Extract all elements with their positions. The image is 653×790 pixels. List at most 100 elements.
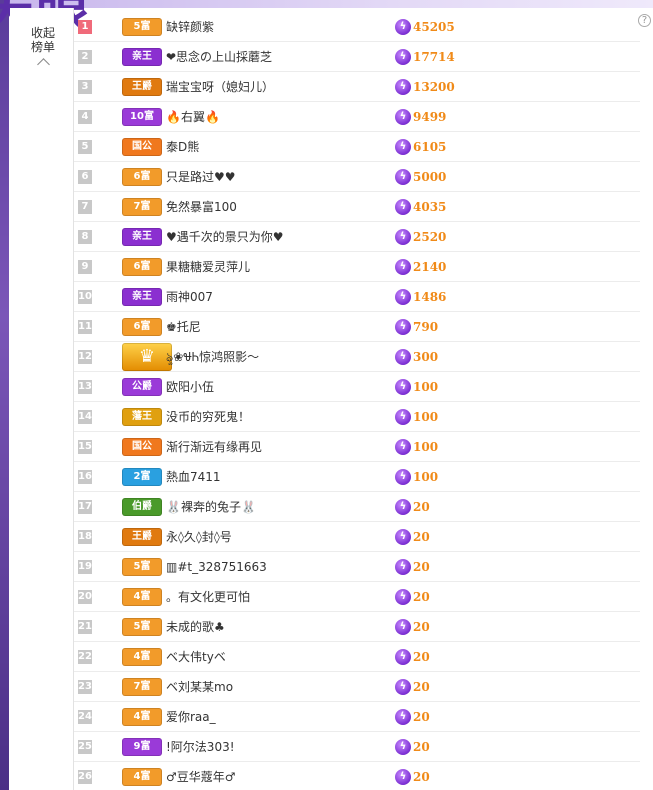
rank-badge: 2富 xyxy=(122,468,162,486)
contribution-value: 300 xyxy=(413,350,439,364)
contribution-value: 20 xyxy=(413,500,430,514)
user-name[interactable]: 🐰裸奔的兔子🐰 xyxy=(166,492,256,522)
rank-badge: 藩王 xyxy=(122,408,162,426)
user-name[interactable]: 只是路过♥♥ xyxy=(166,162,236,192)
user-name[interactable]: !阿尔法303! xyxy=(166,732,235,762)
collapse-ranking-button[interactable]: 收起 榜单 xyxy=(28,26,58,71)
lightning-icon: ϟ xyxy=(395,169,411,185)
lightning-icon: ϟ xyxy=(395,379,411,395)
user-name[interactable]: ❤思念の上山採蘑芝 xyxy=(166,42,272,72)
table-row[interactable]: 4 10富 🔥右翼🔥 ϟ 9499 xyxy=(74,102,640,132)
contribution-value: 20 xyxy=(413,590,430,604)
rank-number: 19 xyxy=(78,560,92,574)
rank-number: 24 xyxy=(78,710,92,724)
user-name[interactable]: 果糖糖爱灵萍儿 xyxy=(166,252,250,282)
table-row[interactable]: 8 亲王 ♥遇千次的景只为你♥ ϟ 2520 xyxy=(74,222,640,252)
table-row[interactable]: 19 5富 ▥#t_328751663 ϟ 20 xyxy=(74,552,640,582)
lightning-icon: ϟ xyxy=(395,259,411,275)
lightning-icon: ϟ xyxy=(395,139,411,155)
table-row[interactable]: 21 5富 未成的歌♣ ϟ 20 xyxy=(74,612,640,642)
user-name[interactable]: 。有文化更可怕 xyxy=(166,582,250,612)
user-name[interactable]: 熱血7411 xyxy=(166,462,221,492)
rank-badge: 5富 xyxy=(122,558,162,576)
user-name[interactable]: 瑞宝宝呀（媳妇儿） xyxy=(166,72,274,102)
user-name[interactable]: 雨神007 xyxy=(166,282,213,312)
table-row[interactable]: 9 6富 果糖糖爱灵萍儿 ϟ 2140 xyxy=(74,252,640,282)
rank-badge: 亲王 xyxy=(122,228,162,246)
table-row[interactable]: 23 7富 ベ刘某某mo ϟ 20 xyxy=(74,672,640,702)
table-row[interactable]: 7 7富 免然暴富100 ϟ 4035 xyxy=(74,192,640,222)
user-name[interactable]: 泰D熊 xyxy=(166,132,199,162)
rank-badge: 国公 xyxy=(122,138,162,156)
user-name[interactable]: ৡ❀ᏠᏂ惊鸿照影～ xyxy=(166,342,259,372)
user-name[interactable]: 🔥右翼🔥 xyxy=(166,102,220,132)
user-name[interactable]: ベ刘某某mo xyxy=(166,672,233,702)
lightning-icon: ϟ xyxy=(395,469,411,485)
contribution-value: 6105 xyxy=(413,140,447,154)
contribution-value: 20 xyxy=(413,740,430,754)
lightning-icon: ϟ xyxy=(395,109,411,125)
rank-number: 13 xyxy=(78,380,92,394)
table-row[interactable]: 24 4富 爱你raa_ ϟ 20 xyxy=(74,702,640,732)
table-row[interactable]: 20 4富 。有文化更可怕 ϟ 20 xyxy=(74,582,640,612)
user-name[interactable]: ♂豆华蔻年♂ xyxy=(166,762,236,790)
rank-badge: 伯爵 xyxy=(122,498,162,516)
table-row[interactable]: 13 公爵 欧阳小伍 ϟ 100 xyxy=(74,372,640,402)
left-border xyxy=(0,0,9,790)
table-row[interactable]: 25 9富 !阿尔法303! ϟ 20 xyxy=(74,732,640,762)
user-name[interactable]: ♥遇千次的景只为你♥ xyxy=(166,222,284,252)
table-row[interactable]: 3 王爵 瑞宝宝呀（媳妇儿） ϟ 13200 xyxy=(74,72,640,102)
user-name[interactable]: 未成的歌♣ xyxy=(166,612,225,642)
rank-badge: 7富 xyxy=(122,678,162,696)
table-row[interactable]: 10 亲王 雨神007 ϟ 1486 xyxy=(74,282,640,312)
contribution-value: 100 xyxy=(413,380,439,394)
table-row[interactable]: 22 4富 ベ大伟tyベ ϟ 20 xyxy=(74,642,640,672)
user-name[interactable]: 免然暴富100 xyxy=(166,192,237,222)
table-row[interactable]: 17 伯爵 🐰裸奔的兔子🐰 ϟ 20 xyxy=(74,492,640,522)
user-name[interactable]: 渐行渐远有缘再见 xyxy=(166,432,262,462)
lightning-icon: ϟ xyxy=(395,589,411,605)
rank-number: 17 xyxy=(78,500,92,514)
user-name[interactable]: 欧阳小伍 xyxy=(166,372,214,402)
table-row[interactable]: 26 4富 ♂豆华蔻年♂ ϟ 20 xyxy=(74,762,640,790)
lightning-icon: ϟ xyxy=(395,439,411,455)
user-name[interactable]: 永◊久◊封◊号 xyxy=(166,522,232,552)
table-row[interactable]: 14 藩王 没币的穷死鬼！ ϟ 100 xyxy=(74,402,640,432)
table-row[interactable]: 1 5富 缺锌颜紫 ϟ 45205 xyxy=(74,12,640,42)
user-name[interactable]: ベ大伟tyベ xyxy=(166,642,226,672)
rank-number: 10 xyxy=(78,290,92,304)
contribution-value: 17714 xyxy=(413,50,455,64)
table-row[interactable]: 18 王爵 永◊久◊封◊号 ϟ 20 xyxy=(74,522,640,552)
collapse-label-line1: 收起 xyxy=(30,26,55,40)
rank-number: 21 xyxy=(78,620,92,634)
contribution-value: 20 xyxy=(413,530,430,544)
rank-badge: 4富 xyxy=(122,708,162,726)
rank-badge: 7富 xyxy=(122,198,162,216)
rank-number: 20 xyxy=(78,590,92,604)
lightning-icon: ϟ xyxy=(395,529,411,545)
lightning-icon: ϟ xyxy=(395,49,411,65)
table-row[interactable]: 11 6富 ♚托尼 ϟ 790 xyxy=(74,312,640,342)
rank-number: 12 xyxy=(78,350,92,364)
contribution-value: 20 xyxy=(413,620,430,634)
contribution-value: 45205 xyxy=(413,20,455,34)
table-row[interactable]: 15 国公 渐行渐远有缘再见 ϟ 100 xyxy=(74,432,640,462)
user-name[interactable]: ♚托尼 xyxy=(166,312,201,342)
user-name[interactable]: 没币的穷死鬼！ xyxy=(166,402,250,432)
rank-badge: 亲王 xyxy=(122,288,162,306)
user-name[interactable]: 爱你raa_ xyxy=(166,702,216,732)
rank-number: 9 xyxy=(78,260,92,274)
user-name[interactable]: ▥#t_328751663 xyxy=(166,552,267,582)
rank-badge: 9富 xyxy=(122,738,162,756)
table-row[interactable]: 5 国公 泰D熊 ϟ 6105 xyxy=(74,132,640,162)
rank-badge: 公爵 xyxy=(122,378,162,396)
user-name[interactable]: 缺锌颜紫 xyxy=(166,12,214,42)
table-row[interactable]: 16 2富 熱血7411 ϟ 100 xyxy=(74,462,640,492)
table-row[interactable]: 6 6富 只是路过♥♥ ϟ 5000 xyxy=(74,162,640,192)
lightning-icon: ϟ xyxy=(395,409,411,425)
lightning-icon: ϟ xyxy=(395,229,411,245)
table-row[interactable]: 2 亲王 ❤思念の上山採蘑芝 ϟ 17714 xyxy=(74,42,640,72)
table-row[interactable]: 12 ♛ ৡ❀ᏠᏂ惊鸿照影～ ϟ 300 xyxy=(74,342,640,372)
contribution-value: 4035 xyxy=(413,200,447,214)
rank-badge: 王爵 xyxy=(122,78,162,96)
